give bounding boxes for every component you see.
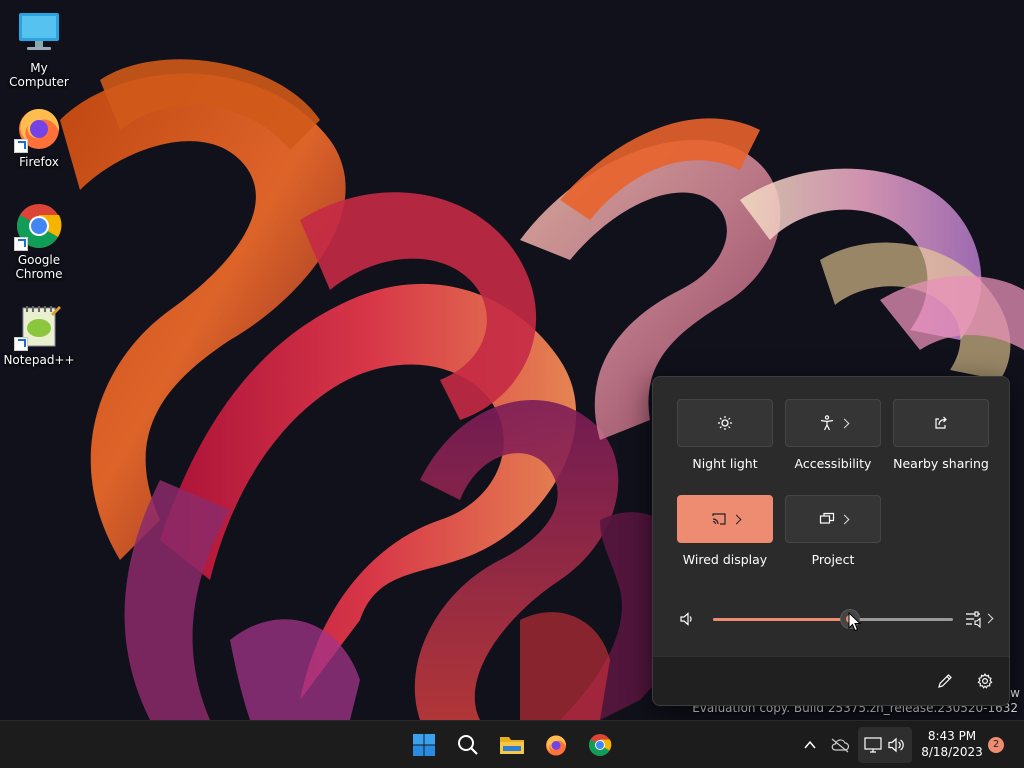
tile-label: Project [811,552,855,567]
watermark-edge-text: w [1010,686,1020,700]
chrome-icon [14,202,63,251]
desktop-icon-label: Firefox [19,155,59,169]
firefox-icon [546,735,567,756]
volume-slider-fill [713,618,850,621]
desktop-icon-label: Google Chrome [15,253,63,281]
chrome-taskbar-button[interactable] [582,727,618,763]
tile-label: Night light [692,456,758,471]
network-icon [864,737,882,753]
chrome-icon [589,734,612,756]
chevron-right-icon [839,514,849,524]
volume-slider[interactable] [713,609,953,629]
chevron-up-icon [804,740,816,749]
desktop-icon-my-computer[interactable]: My Computer [0,10,78,89]
gear-icon[interactable] [977,673,993,689]
project-button[interactable] [785,495,881,543]
volume-row [653,599,1009,639]
clock[interactable]: 8:43 PM 8/18/2023 [916,728,988,760]
start-icon [413,734,435,756]
chevron-right-icon[interactable] [983,613,994,624]
taskbar: 8:43 PM 8/18/2023 2 [0,720,1024,768]
tile-wired-display[interactable]: Wired display [677,495,773,567]
project-icon [819,512,834,524]
wired-display-button[interactable] [677,495,773,543]
tile-label: Accessibility [794,456,872,471]
chevron-right-icon [731,514,741,524]
share-icon [935,416,947,429]
tile-label: Nearby sharing [893,456,989,471]
quick-settings-panel: Night light Accessibility Nearby sharing [652,376,1010,706]
tile-night-light[interactable]: Night light [677,399,773,471]
search-button[interactable] [450,727,486,763]
search-icon [458,735,478,755]
clock-date: 8/18/2023 [921,745,983,759]
night-light-icon [718,416,732,430]
desktop-icon-label: Notepad++ [3,353,75,367]
shortcut-arrow-icon [14,139,28,153]
pencil-icon[interactable] [937,673,953,689]
file-explorer-icon [500,737,524,754]
sound-mixer-icon[interactable] [965,610,985,628]
firefox-taskbar-button[interactable] [538,727,574,763]
cloud-offline-icon [831,738,850,753]
start-button[interactable] [406,727,442,763]
desktop-icon-label: My Computer [9,61,69,89]
desktop-icon-notepad-plus-plus[interactable]: Notepad++ [0,302,78,367]
volume-icon [888,737,904,753]
speaker-icon[interactable] [679,611,695,627]
file-explorer-button[interactable] [494,727,530,763]
notepad-plus-plus-icon [14,302,63,351]
desktop-icon-firefox[interactable]: Firefox [0,104,78,169]
chevron-right-icon [839,418,849,428]
night-light-button[interactable] [677,399,773,447]
computer-icon [15,10,63,58]
clock-time: 8:43 PM [927,729,977,743]
accessibility-button[interactable] [785,399,881,447]
onedrive-button[interactable] [822,727,858,763]
tile-label: Wired display [682,552,768,567]
firefox-icon [14,104,63,153]
tile-accessibility[interactable]: Accessibility [785,399,881,471]
notification-badge[interactable]: 2 [988,737,1004,753]
nearby-sharing-button[interactable] [893,399,989,447]
quick-settings-footer [653,656,1009,705]
quick-settings-tray-button[interactable] [858,727,912,763]
mouse-cursor-icon [848,612,862,632]
cast-icon [711,513,726,525]
accessibility-icon [820,415,833,431]
tile-nearby-sharing[interactable]: Nearby sharing [893,399,989,471]
shortcut-arrow-icon [14,237,28,251]
shortcut-arrow-icon [14,337,28,351]
desktop-icon-google-chrome[interactable]: Google Chrome [0,202,78,281]
tile-project[interactable]: Project [785,495,881,567]
